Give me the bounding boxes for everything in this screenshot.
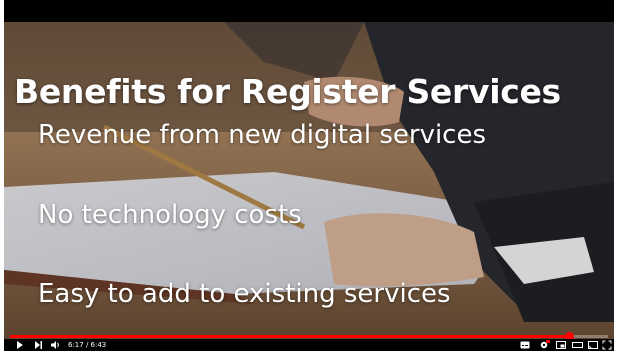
slide-bullet: No technology costs (38, 200, 302, 230)
slide-bullet: Easy to add to existing services (38, 279, 451, 309)
slide-title: Benefits for Register Services (14, 72, 561, 111)
player-top-bar (4, 0, 614, 22)
slide-bullet: Revenue from new digital services (38, 120, 487, 150)
theater-icon[interactable] (572, 340, 583, 350)
progress-played (10, 335, 570, 338)
play-icon[interactable] (16, 340, 24, 350)
cast-icon[interactable] (588, 340, 598, 350)
video-frame[interactable]: Benefits for Register Services Revenue f… (4, 22, 614, 339)
next-icon[interactable] (34, 340, 43, 350)
fullscreen-icon[interactable] (602, 340, 612, 350)
video-player[interactable]: Benefits for Register Services Revenue f… (4, 0, 614, 351)
miniplayer-icon[interactable] (556, 340, 566, 350)
time-display: 6:17 / 6:43 (68, 341, 107, 349)
progress-bar[interactable] (10, 332, 608, 341)
settings-icon[interactable] (538, 340, 550, 350)
volume-icon[interactable] (50, 340, 61, 350)
player-controls: 6:17 / 6:43 (4, 339, 614, 351)
subtitles-icon[interactable] (520, 340, 530, 350)
